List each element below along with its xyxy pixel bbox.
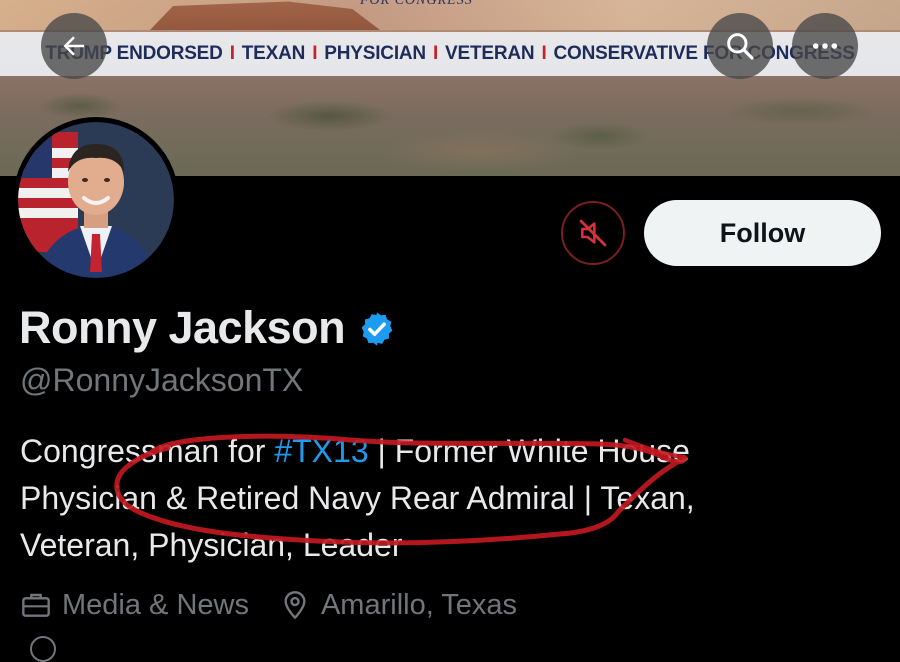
unmute-button[interactable] [561,201,625,265]
bio-line: Veteran, Physician, Leader [20,527,403,563]
location-label: Amarillo, Texas [320,588,518,621]
verified-badge-icon [361,312,393,346]
bio-line: Physician & Retired Navy Rear Admiral | … [20,480,695,516]
follow-button[interactable]: Follow [644,200,881,266]
location-pin-icon [284,591,306,620]
back-button[interactable] [41,13,107,79]
bio-text: Congressman for [20,433,275,469]
name-row: Ronny Jackson [19,300,396,356]
briefcase-icon [22,593,50,617]
slogan-item: TEXAN [241,43,306,64]
bio-text: | Former White House [368,433,690,469]
search-icon [727,33,754,60]
slogan-separator: I [432,43,439,64]
profile-photo [18,122,174,278]
location-item: Amarillo, Texas [279,589,517,622]
slogan-separator: I [229,43,235,64]
link-icon [30,636,56,662]
search-button[interactable] [707,13,773,79]
bio-line: Congressman for #TX13 | Former White Hou… [20,428,880,475]
avatar[interactable] [13,117,179,283]
slogan-separator: I [541,43,547,64]
slogan-item: VETERAN [445,43,535,64]
category-item: Media & News [20,589,249,622]
profile-meta: Media & News Amarillo, Texas [20,584,547,626]
banner-top-text: FOR CONGRESS [360,0,473,8]
arrow-left-icon [63,36,84,56]
user-handle: @RonnyJacksonTX [20,362,304,398]
more-button[interactable] [792,13,858,79]
profile-bio: Congressman for #TX13 | Former White Hou… [20,428,880,569]
category-label: Media & News [62,588,249,621]
slogan-item: PHYSICIAN [324,43,426,64]
muted-speaker-icon [579,219,607,247]
slogan-separator: I [312,43,318,64]
display-name: Ronny Jackson [19,302,346,353]
more-horizontal-icon [812,43,838,49]
hashtag-link[interactable]: #TX13 [274,433,368,469]
